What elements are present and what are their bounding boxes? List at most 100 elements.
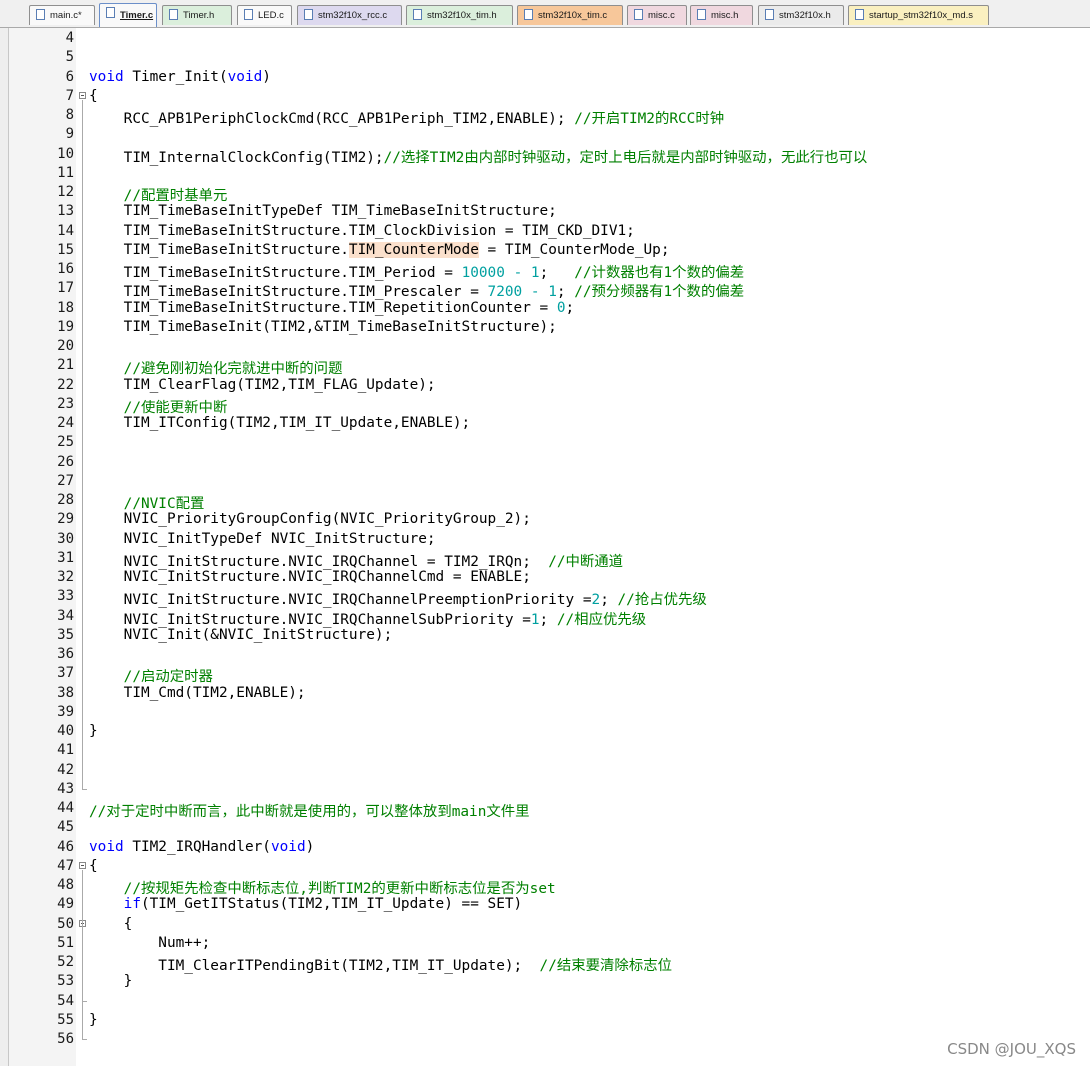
code-line[interactable]: 4 (0, 29, 1090, 48)
code-text: { (89, 87, 98, 104)
code-line[interactable]: 11 (0, 164, 1090, 183)
code-line[interactable]: 32 NVIC_InitStructure.NVIC_IRQChannelCmd… (0, 568, 1090, 587)
tab-stm32f10x-tim-c[interactable]: stm32f10x_tim.c (517, 5, 623, 25)
code-line[interactable]: 9 (0, 125, 1090, 144)
code-line[interactable]: 46 void TIM2_IRQHandler(void) (0, 838, 1090, 857)
tab-stm32f10x-rcc-c[interactable]: stm32f10x_rcc.c (297, 5, 402, 25)
code-line[interactable]: 38 TIM_Cmd(TIM2,ENABLE); (0, 684, 1090, 703)
file-icon (106, 7, 115, 18)
code-line[interactable]: 12 //配置时基单元 (0, 183, 1090, 204)
line-number: 55 (57, 1011, 74, 1028)
code-line[interactable]: 54 (0, 992, 1090, 1011)
code-text: TIM_ClearFlag(TIM2,TIM_FLAG_Update); (89, 376, 436, 393)
code-line[interactable]: 43 (0, 780, 1090, 799)
line-number: 49 (57, 896, 74, 913)
line-number: 25 (57, 434, 74, 451)
code-line[interactable]: 15 TIM_TimeBaseInitStructure.TIM_Counter… (0, 241, 1090, 260)
code-line[interactable]: 34 NVIC_InitStructure.NVIC_IRQChannelSub… (0, 607, 1090, 628)
line-number: 29 (57, 511, 74, 528)
code-line[interactable]: 47 { (0, 857, 1090, 876)
code-line[interactable]: 52 TIM_ClearITPendingBit(TIM2,TIM_IT_Upd… (0, 953, 1090, 974)
code-line[interactable]: 49 if(TIM_GetITStatus(TIM2,TIM_IT_Update… (0, 895, 1090, 914)
tab-label: stm32f10x_tim.h (427, 10, 497, 21)
code-line[interactable]: 14 TIM_TimeBaseInitStructure.TIM_ClockDi… (0, 222, 1090, 241)
file-icon (36, 9, 45, 20)
line-number: 50 (57, 915, 74, 932)
code-text: Num++; (89, 934, 211, 951)
line-number: 12 (57, 184, 74, 200)
line-number: 16 (57, 261, 74, 277)
file-icon (765, 9, 774, 20)
tab-label: Timer.c (120, 10, 154, 21)
fold-guide (82, 99, 83, 789)
line-number: 8 (65, 107, 74, 123)
code-line[interactable]: 48 //按规矩先检查中断标志位,判断TIM2的更新中断标志位是否为set (0, 876, 1090, 897)
code-text: } (89, 1011, 98, 1028)
code-line[interactable]: 29 NVIC_PriorityGroupConfig(NVIC_Priorit… (0, 510, 1090, 529)
code-line[interactable]: 55} (0, 1011, 1090, 1030)
line-number: 26 (57, 453, 74, 470)
tab-main-c[interactable]: main.c* (29, 5, 95, 25)
tab-led-c[interactable]: LED.c (237, 5, 292, 25)
code-line[interactable]: 17 TIM_TimeBaseInitStructure.TIM_Prescal… (0, 279, 1090, 300)
code-line[interactable]: 16 TIM_TimeBaseInitStructure.TIM_Period … (0, 260, 1090, 281)
code-line[interactable]: 6 void Timer_Init(void) (0, 68, 1090, 87)
code-line[interactable]: 35 NVIC_Init(&NVIC_InitStructure); (0, 626, 1090, 645)
code-line[interactable]: 18 TIM_TimeBaseInitStructure.TIM_Repetit… (0, 299, 1090, 318)
tab-stm32f10x-tim-h[interactable]: stm32f10x_tim.h (406, 5, 513, 25)
tab-timer-h[interactable]: Timer.h (162, 5, 232, 25)
fold-guide (82, 927, 83, 1001)
tab-startup-stm32f10x-md-s[interactable]: startup_stm32f10x_md.s (848, 5, 989, 25)
code-line[interactable]: 19 TIM_TimeBaseInit(TIM2,&TIM_TimeBaseIn… (0, 318, 1090, 337)
code-line[interactable]: 21 //避免刚初始化完就进中断的问题 (0, 356, 1090, 377)
code-text: NVIC_Init(&NVIC_InitStructure); (89, 626, 393, 643)
code-line[interactable]: 24 TIM_ITConfig(TIM2,TIM_IT_Update,ENABL… (0, 414, 1090, 433)
line-number: 13 (57, 203, 74, 220)
line-number: 19 (57, 318, 74, 335)
file-tab-bar: main.c* Timer.c Timer.h LED.c stm32f10x_rcc.… (0, 0, 1090, 28)
line-number: 31 (57, 549, 74, 566)
tab-misc-h[interactable]: misc.h (690, 5, 753, 25)
tab-label: main.c* (50, 10, 82, 21)
code-editor[interactable]: 4 5 6 void Timer_Init(void) 7{8 RCC_APB1Peri… (0, 28, 1090, 1066)
code-line[interactable]: 45 (0, 818, 1090, 837)
code-line[interactable]: 5 (0, 48, 1090, 67)
code-line[interactable]: 20 (0, 337, 1090, 356)
code-line[interactable]: 27 (0, 472, 1090, 491)
line-number: 33 (57, 588, 74, 605)
line-number: 11 (57, 164, 74, 181)
code-line[interactable]: 41 (0, 741, 1090, 760)
code-line[interactable]: 10 TIM_InternalClockConfig(TIM2);//选择TIM… (0, 145, 1090, 166)
tab-label: stm32f10x.h (779, 10, 831, 21)
tab-misc-c[interactable]: misc.c (627, 5, 687, 25)
line-number: 56 (57, 1031, 74, 1047)
code-line[interactable]: 22 TIM_ClearFlag(TIM2,TIM_FLAG_Update); (0, 376, 1090, 395)
line-number: 14 (57, 222, 74, 239)
code-line[interactable]: 26 (0, 453, 1090, 472)
code-line[interactable]: 44//对于定时中断而言，此中断就是使用的，可以整体放到main文件里 (0, 799, 1090, 820)
code-line[interactable]: 13 TIM_TimeBaseInitTypeDef TIM_TimeBaseI… (0, 202, 1090, 221)
code-line[interactable]: 51 Num++; (0, 934, 1090, 953)
fold-toggle-icon[interactable] (79, 91, 86, 99)
code-line[interactable]: 23 //使能更新中断 (0, 395, 1090, 416)
code-line[interactable]: 30 NVIC_InitTypeDef NVIC_InitStructure; (0, 530, 1090, 549)
code-line[interactable]: 39 (0, 703, 1090, 722)
code-text: TIM_TimeBaseInitStructure.TIM_CounterMod… (89, 241, 670, 258)
code-line[interactable]: 31 NVIC_InitStructure.NVIC_IRQChannel = … (0, 549, 1090, 570)
file-icon (244, 9, 253, 20)
fold-toggle-icon[interactable] (79, 861, 86, 869)
code-line[interactable]: 50 { (0, 915, 1090, 934)
code-line[interactable]: 7{ (0, 87, 1090, 106)
tab-timer-c[interactable]: Timer.c (99, 3, 157, 27)
code-line[interactable]: 42 (0, 761, 1090, 780)
code-line[interactable]: 53 } (0, 972, 1090, 991)
code-line[interactable]: 8 RCC_APB1PeriphClockCmd(RCC_APB1Periph_… (0, 106, 1090, 127)
code-line[interactable]: 28 //NVIC配置 (0, 491, 1090, 512)
code-line[interactable]: 33 NVIC_InitStructure.NVIC_IRQChannelPre… (0, 587, 1090, 608)
code-line[interactable]: 37 //启动定时器 (0, 664, 1090, 685)
code-line[interactable]: 36 (0, 645, 1090, 664)
code-line[interactable]: 56 (0, 1030, 1090, 1049)
tab-stm32f10x-h[interactable]: stm32f10x.h (758, 5, 844, 25)
code-line[interactable]: 25 (0, 433, 1090, 452)
code-line[interactable]: 40} (0, 722, 1090, 741)
